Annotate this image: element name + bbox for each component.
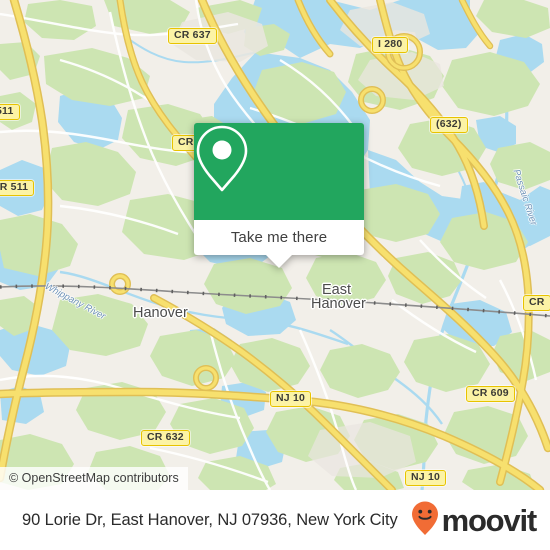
address-label: 90 Lorie Dr, East Hanover, NJ 07936, New… [22, 510, 398, 529]
place-label-hanover: Hanover [133, 305, 188, 321]
road-shield: CR 637 [168, 28, 217, 44]
popup-footer[interactable]: Take me there [194, 220, 364, 268]
road-shield: CR 511 [0, 180, 35, 196]
road-shield: CR [523, 295, 550, 311]
moovit-wordmark: moovit [441, 502, 538, 538]
road-shield: CR 632 [141, 430, 190, 446]
take-me-there-label: Take me there [230, 229, 328, 246]
moovit-brand[interactable]: moovit [410, 500, 538, 541]
map-attribution[interactable]: © OpenStreetMap contributors [0, 467, 188, 490]
popup-header [194, 123, 364, 220]
road-shield: 511 [0, 104, 20, 120]
location-popup-card[interactable]: Take me there [194, 123, 364, 268]
road-shield: NJ 10 [270, 391, 312, 407]
moovit-pin-smiley-icon [410, 500, 440, 541]
popup-tail-pointer [266, 255, 292, 268]
moovit-map-screen: CR 637 I 280 (632) 511 CR 511 CR CR NJ 1… [0, 0, 550, 550]
road-shield: NJ 10 [405, 470, 447, 486]
footer-bar: 90 Lorie Dr, East Hanover, NJ 07936, New… [0, 490, 550, 550]
road-shield: I 280 [372, 37, 409, 53]
road-shield: (632) [430, 117, 468, 133]
road-shield: CR 609 [466, 386, 515, 402]
map-canvas[interactable]: CR 637 I 280 (632) 511 CR 511 CR CR NJ 1… [0, 0, 550, 490]
place-label-east-hanover: Hanover [311, 296, 366, 312]
